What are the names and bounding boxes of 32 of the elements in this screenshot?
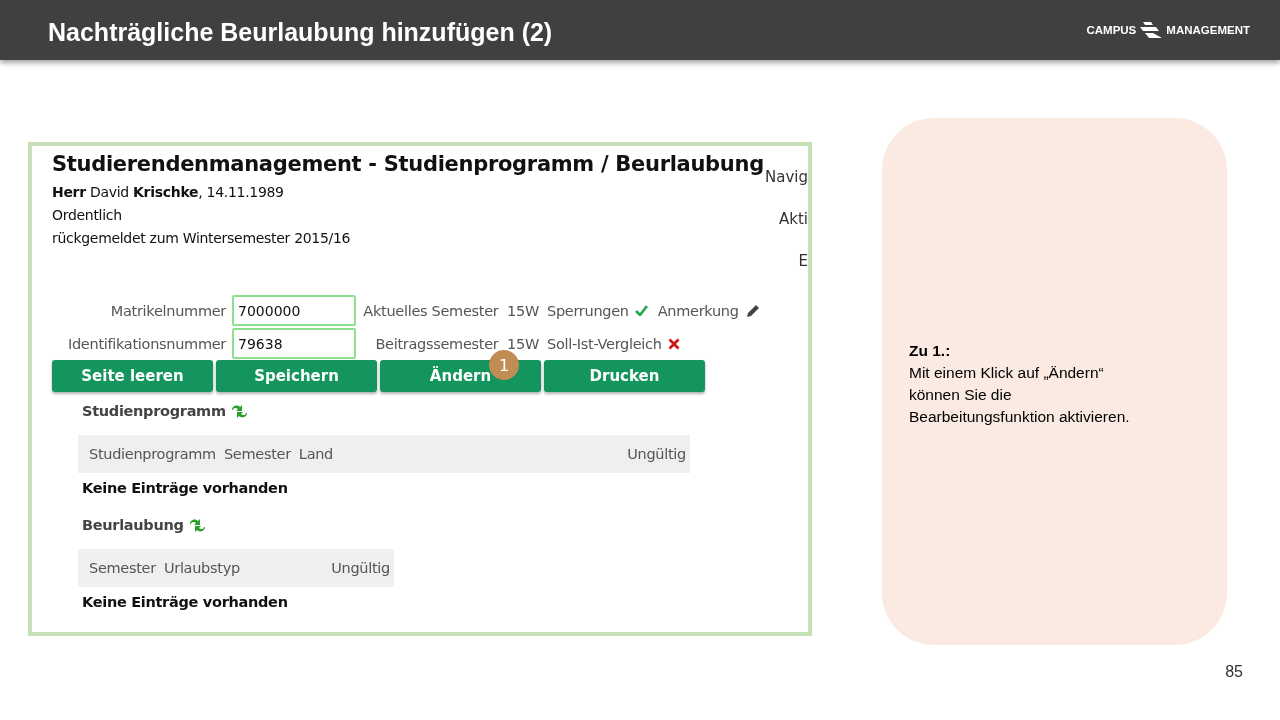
flag-label: Anmerkung — [657, 302, 739, 319]
flag-label: Soll-Ist-Vergleich — [547, 335, 662, 352]
section-title: Studienprogramm — [82, 403, 226, 419]
column-header: Land — [298, 446, 334, 462]
field-label: Identifikationsnummer — [67, 335, 228, 352]
side-label: Akti — [779, 210, 808, 230]
step-number-tooltip: 1 — [489, 350, 519, 380]
student-info: Herr David Krischke, 14.11.1989 — [52, 183, 285, 202]
slide-title: Nachträgliche Beurlaubung hinzufügen (2) — [48, 17, 553, 47]
semester-info: Beitragssemester 15W — [374, 335, 539, 352]
semester-info: Aktuelles Semester 15W — [362, 302, 539, 319]
note-text: Mit einem Klick auf „Ändern“ können Sie die Bearbeitungsfunktion aktivieren. — [909, 363, 1131, 427]
column-header: Urlaubstyp — [163, 560, 240, 576]
column-header: Semester — [223, 446, 291, 462]
note-title: Zu 1.: — [909, 341, 952, 361]
empty-message: Keine Einträge vorhanden — [82, 594, 289, 612]
column-header: Ungültig — [331, 560, 390, 576]
student-info: rückgemeldet zum Wintersemester 2015/16 — [52, 229, 352, 248]
column-header: Ungültig — [627, 446, 686, 462]
field-label: Matrikelnummer — [109, 302, 228, 319]
empty-message: Keine Einträge vorhanden — [82, 480, 289, 498]
logo-text: MANAGEMENT — [1166, 24, 1250, 36]
column-header: Semester — [89, 560, 156, 576]
section-title: Beurlaubung — [82, 517, 184, 533]
page-heading: Studierendenmanagement - Studienprogramm / Beurlaubung — [52, 152, 764, 176]
side-label: Navig — [765, 168, 808, 188]
side-label: E — [798, 252, 808, 272]
flag-label: Sperrungen — [547, 302, 629, 319]
student-info: Ordentlich — [52, 206, 123, 225]
logo-text: CAMPUS — [1086, 24, 1137, 36]
column-header: Studienprogramm — [89, 446, 216, 462]
page-number: 85 — [1225, 663, 1243, 680]
